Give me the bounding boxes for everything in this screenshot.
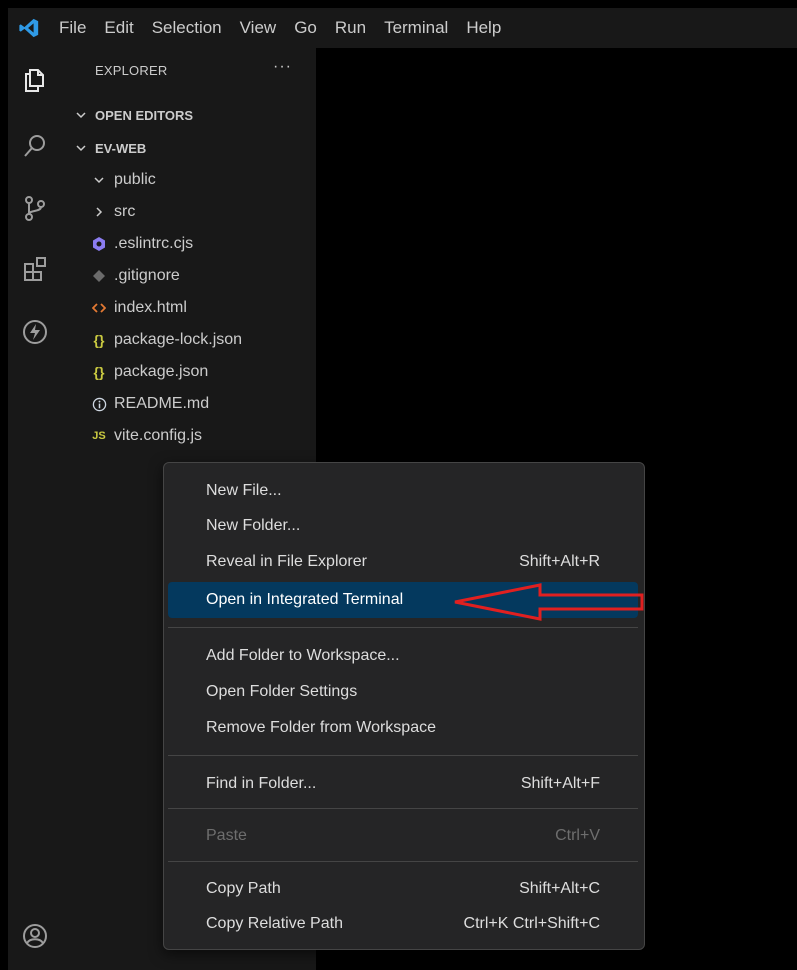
activity-bar: [8, 48, 61, 970]
annotation-arrow-icon: [454, 583, 644, 621]
tree-item-label: package-lock.json: [114, 331, 243, 348]
info-icon: [90, 397, 108, 412]
tree-item-label: src: [114, 203, 136, 220]
menu-item-remove-folder-from-workspace[interactable]: Remove Folder from Workspace: [168, 710, 638, 746]
tree-item-eslintrc[interactable]: .eslintrc.cjs: [61, 228, 316, 260]
menu-item-copy-path[interactable]: Copy Path Shift+Alt+C: [168, 871, 638, 907]
menu-item-copy-relative-path[interactable]: Copy Relative Path Ctrl+K Ctrl+Shift+C: [168, 906, 638, 942]
chevron-right-icon: [90, 206, 108, 218]
tree-item-gitignore[interactable]: .gitignore: [61, 260, 316, 292]
git-icon: [90, 269, 108, 283]
menu-item-shortcut: Shift+Alt+R: [519, 553, 600, 570]
chevron-down-icon: [90, 174, 108, 186]
menu-selection[interactable]: Selection: [143, 8, 231, 48]
js-icon: JS: [92, 430, 106, 442]
menu-item-label: Reveal in File Explorer: [206, 553, 367, 570]
sidebar-title: EXPLORER: [95, 63, 168, 78]
explorer-icon[interactable]: [8, 58, 61, 102]
menu-item-label: Add Folder to Workspace...: [206, 647, 400, 664]
eslint-icon: [90, 236, 108, 252]
account-icon[interactable]: [8, 914, 61, 958]
menu-item-open-folder-settings[interactable]: Open Folder Settings: [168, 674, 638, 710]
menu-item-label: Paste: [206, 827, 247, 844]
menu-help[interactable]: Help: [457, 8, 510, 48]
html-icon: [90, 301, 108, 315]
tree-item-public[interactable]: public: [61, 164, 316, 196]
menu-item-label: Open Folder Settings: [206, 683, 358, 700]
section-open-editors[interactable]: OPEN EDITORS: [61, 99, 316, 131]
more-actions-icon[interactable]: ···: [273, 58, 292, 76]
menu-item-label: Open in Integrated Terminal: [206, 591, 404, 608]
section-label: OPEN EDITORS: [95, 107, 194, 123]
menu-item-shortcut: Shift+Alt+F: [520, 775, 600, 792]
menu-item-find-in-folder[interactable]: Find in Folder... Shift+Alt+F: [168, 766, 638, 802]
menu-separator: [168, 808, 638, 809]
tree-item-index-html[interactable]: index.html: [61, 292, 316, 324]
extensions-icon[interactable]: [8, 247, 61, 291]
section-label: EV-WEB: [95, 140, 147, 156]
tree-item-label: vite.config.js: [114, 427, 203, 444]
chevron-down-icon: [75, 142, 91, 154]
tree-item-package[interactable]: {} package.json: [61, 356, 316, 388]
menu-separator: [168, 627, 638, 628]
menu-item-paste: Paste Ctrl+V: [168, 818, 638, 854]
tree-item-label: index.html: [114, 299, 187, 316]
menu-item-label: Remove Folder from Workspace: [206, 719, 436, 736]
tree-item-vite-config[interactable]: JS vite.config.js: [61, 420, 316, 452]
menu-go[interactable]: Go: [285, 8, 326, 48]
menu-item-new-folder[interactable]: New Folder...: [168, 508, 638, 544]
tree-item-label: .gitignore: [114, 267, 180, 284]
tree-item-label: README.md: [114, 395, 210, 412]
menu-bar: File Edit Selection View Go Run Terminal…: [8, 8, 797, 48]
lightning-icon[interactable]: [8, 310, 61, 354]
menu-item-shortcut: Ctrl+V: [555, 827, 600, 844]
section-root-folder[interactable]: EV-WEB: [61, 132, 316, 164]
source-control-icon[interactable]: [8, 186, 61, 230]
tree-item-label: .eslintrc.cjs: [114, 235, 194, 252]
menu-item-label: Copy Path: [206, 880, 281, 897]
menu-edit[interactable]: Edit: [95, 8, 142, 48]
menu-item-reveal-in-file-explorer[interactable]: Reveal in File Explorer Shift+Alt+R: [168, 544, 638, 580]
menu-item-label: Find in Folder...: [206, 775, 317, 792]
menu-view[interactable]: View: [231, 8, 286, 48]
tree-item-label: package.json: [114, 363, 209, 380]
tree-item-label: public: [114, 171, 156, 188]
tree-item-src[interactable]: src: [61, 196, 316, 228]
menu-separator: [168, 861, 638, 862]
menu-item-label: Copy Relative Path: [206, 915, 343, 932]
menu-item-label: New Folder...: [206, 517, 301, 534]
menu-item-label: New File...: [206, 482, 282, 499]
chevron-down-icon: [75, 109, 91, 121]
menu-item-shortcut: Ctrl+K Ctrl+Shift+C: [463, 915, 600, 932]
menu-separator: [168, 755, 638, 756]
tree-item-readme[interactable]: README.md: [61, 388, 316, 420]
menu-file[interactable]: File: [50, 8, 95, 48]
search-icon[interactable]: [8, 124, 61, 168]
json-icon: {}: [93, 332, 105, 348]
tree-item-package-lock[interactable]: {} package-lock.json: [61, 324, 316, 356]
menu-item-new-file[interactable]: New File...: [168, 473, 638, 509]
menu-terminal[interactable]: Terminal: [375, 8, 457, 48]
menu-run[interactable]: Run: [326, 8, 375, 48]
vscode-logo-icon: [8, 8, 50, 48]
context-menu: New File... New Folder... Reveal in File…: [163, 462, 645, 950]
json-icon: {}: [93, 364, 105, 380]
menu-item-add-folder-to-workspace[interactable]: Add Folder to Workspace...: [168, 638, 638, 674]
menu-item-shortcut: Shift+Alt+C: [519, 880, 600, 897]
